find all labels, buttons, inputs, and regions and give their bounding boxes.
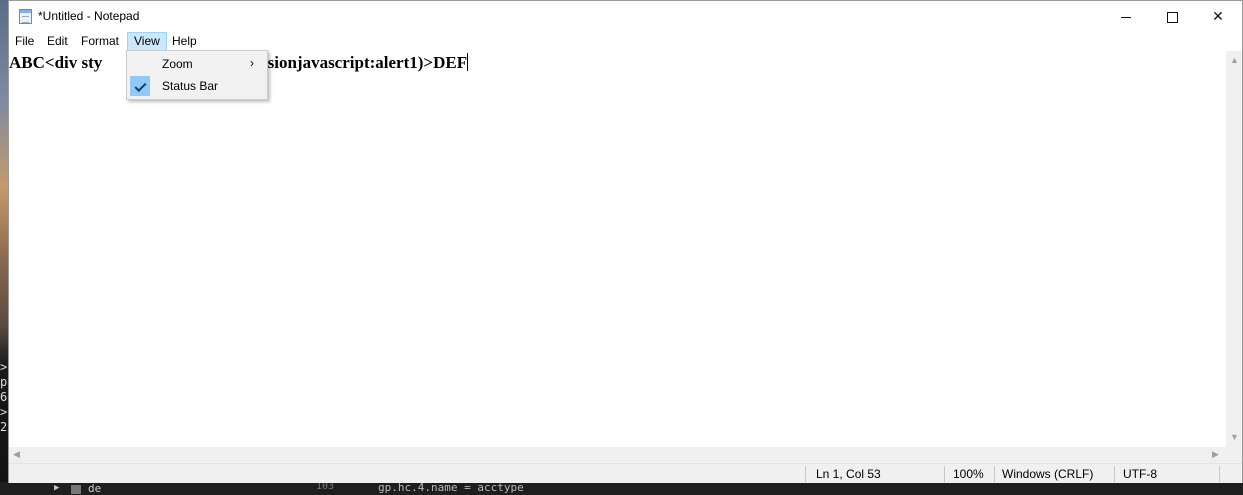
close-icon: ✕	[1212, 8, 1224, 24]
background-label: de	[88, 482, 102, 495]
menu-file[interactable]: File	[9, 32, 40, 51]
checkmark-icon	[134, 79, 147, 93]
menu-bar: File Edit Format View Help	[9, 32, 1242, 51]
scrollbar-corner	[1226, 447, 1242, 463]
editor-text-visible-end: ssionjavascript:alert1)>DEF	[261, 53, 469, 73]
menu-item-zoom[interactable]: Zoom ›	[128, 53, 266, 75]
expand-arrow-icon: ▶	[54, 483, 60, 493]
text-caret	[467, 53, 469, 71]
vertical-scrollbar[interactable]: ▲ ▼	[1226, 51, 1242, 447]
maximize-icon	[1166, 11, 1178, 23]
status-separator	[1219, 466, 1220, 482]
close-button[interactable]: ✕	[1195, 1, 1241, 32]
scroll-left-icon[interactable]: ◀	[13, 450, 20, 459]
checked-highlight	[130, 76, 150, 96]
status-encoding: UTF-8	[1123, 467, 1157, 481]
status-bar: Ln 1, Col 53 100% Windows (CRLF) UTF-8	[9, 463, 1242, 483]
status-separator	[1114, 466, 1115, 482]
menu-format[interactable]: Format	[75, 32, 125, 51]
status-cursor-position: Ln 1, Col 53	[816, 467, 881, 481]
window-title: *Untitled - Notepad	[38, 9, 140, 23]
notepad-icon	[19, 9, 32, 24]
minimize-button[interactable]	[1103, 1, 1149, 32]
status-separator	[805, 466, 806, 482]
scroll-up-icon[interactable]: ▲	[1230, 56, 1239, 65]
menu-help[interactable]: Help	[166, 32, 203, 51]
title-bar[interactable]: *Untitled - Notepad ✕	[9, 1, 1242, 32]
status-zoom: 100%	[953, 467, 984, 481]
status-separator	[994, 466, 995, 482]
horizontal-scrollbar[interactable]: ◀ ▶	[9, 447, 1226, 463]
maximize-button[interactable]	[1149, 1, 1195, 32]
file-icon	[71, 485, 81, 494]
minimize-icon	[1121, 16, 1131, 18]
status-separator	[944, 466, 945, 482]
status-line-endings: Windows (CRLF)	[1002, 467, 1094, 481]
scroll-down-icon[interactable]: ▼	[1230, 433, 1239, 442]
scroll-right-icon[interactable]: ▶	[1212, 450, 1219, 459]
background-code-editor-strip: ▶ de 103 gp.hc.4.name = acctype	[0, 481, 1243, 495]
menu-edit[interactable]: Edit	[41, 32, 74, 51]
view-menu-dropdown: Zoom › Status Bar	[126, 50, 268, 100]
chevron-right-icon: ›	[250, 56, 254, 70]
zoom-label: Zoom	[162, 57, 193, 71]
editor-text-end: ssionjavascript:alert1)>DEF	[261, 53, 468, 72]
editor-text-start: ABC<div sty	[9, 53, 103, 72]
menu-view[interactable]: View	[127, 32, 167, 51]
menu-item-status-bar[interactable]: Status Bar	[128, 75, 266, 97]
status-bar-label: Status Bar	[162, 79, 219, 93]
text-editor-area[interactable]: ABC<div sty ssionjavascript:alert1)>DEF	[9, 51, 1226, 447]
